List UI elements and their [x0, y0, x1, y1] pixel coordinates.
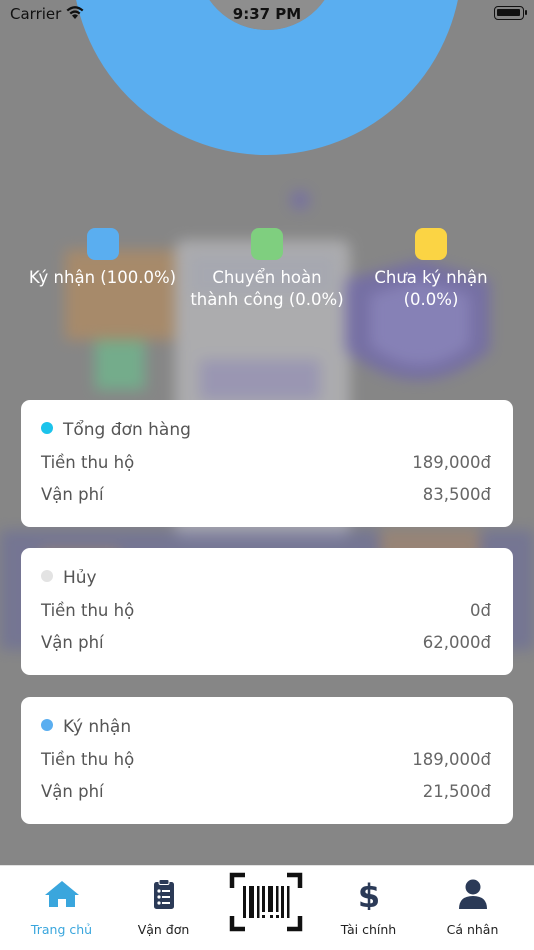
card-title: Hủy	[41, 568, 97, 588]
status-bar: Carrier 9:37 PM	[0, 0, 534, 28]
home-icon	[44, 881, 79, 907]
cod-row: Tiền thu hộ 189,000đ	[41, 453, 491, 472]
bottom-tab-bar: Trang chủ Vận đơn $ Tài chính Cá nhân	[0, 865, 534, 950]
user-icon	[458, 879, 487, 909]
legend-label: Ký nhận (100.0%)	[28, 268, 177, 287]
status-dot	[41, 719, 53, 731]
fee-value: 62,000đ	[422, 633, 491, 652]
legend-item-returned: Chuyển hoàn thành công (0.0%)	[180, 228, 354, 311]
tab-scan[interactable]	[213, 866, 320, 950]
legend-label-line1: Chưa ký nhận	[374, 268, 488, 287]
fee-value: 83,500đ	[422, 485, 491, 504]
cod-value: 189,000đ	[412, 750, 491, 769]
fee-row: Vận phí 83,500đ	[41, 485, 491, 504]
chart-legend: Ký nhận (100.0%) Chuyển hoàn thành công …	[0, 228, 534, 318]
legend-swatch	[415, 228, 447, 260]
fee-value: 21,500đ	[422, 782, 491, 801]
summary-card-signed[interactable]: Ký nhận Tiền thu hộ 189,000đ Vận phí 21,50…	[21, 697, 513, 824]
card-title: Tổng đơn hàng	[41, 420, 191, 440]
cod-value: 189,000đ	[412, 453, 491, 472]
tab-label: Cá nhân	[446, 922, 499, 937]
summary-card-total[interactable]: Tổng đơn hàng Tiền thu hộ 189,000đ Vận ph…	[21, 400, 513, 527]
barcode-scan-icon	[229, 872, 303, 932]
tab-label: Trang chủ	[30, 922, 93, 937]
dollar-icon: $	[357, 878, 379, 910]
clipboard-list-icon	[153, 879, 174, 909]
svg-text:$: $	[357, 878, 379, 910]
legend-label-line2: thành công (0.0%)	[190, 290, 344, 309]
battery-icon	[494, 6, 527, 20]
legend-label-line1: Chuyển hoàn	[212, 268, 322, 287]
fee-row: Vận phí 21,500đ	[41, 782, 491, 801]
cod-row: Tiền thu hộ 189,000đ	[41, 750, 491, 769]
legend-item-signed: Ký nhận (100.0%)	[20, 228, 185, 289]
tab-profile[interactable]: Cá nhân	[419, 866, 526, 950]
cod-value: 0đ	[470, 601, 491, 620]
summary-card-cancelled[interactable]: Hủy Tiền thu hộ 0đ Vận phí 62,000đ	[21, 548, 513, 675]
card-title: Ký nhận	[41, 717, 131, 737]
fee-row: Vận phí 62,000đ	[41, 633, 491, 652]
tab-label: Vận đơn	[137, 922, 190, 937]
tab-home[interactable]: Trang chủ	[8, 866, 115, 950]
legend-label-line2: (0.0%)	[403, 290, 459, 309]
status-dot	[41, 570, 53, 582]
legend-swatch	[86, 228, 119, 260]
clock: 9:37 PM	[232, 5, 302, 23]
cod-row: Tiền thu hộ 0đ	[41, 601, 491, 620]
legend-item-unsigned: Chưa ký nhận (0.0%)	[360, 228, 502, 311]
tab-waybill[interactable]: Vận đơn	[110, 866, 217, 950]
tab-label: Tài chính	[340, 922, 397, 937]
legend-swatch	[251, 228, 283, 260]
tab-finance[interactable]: $ Tài chính	[315, 866, 422, 950]
status-dot	[41, 422, 53, 434]
